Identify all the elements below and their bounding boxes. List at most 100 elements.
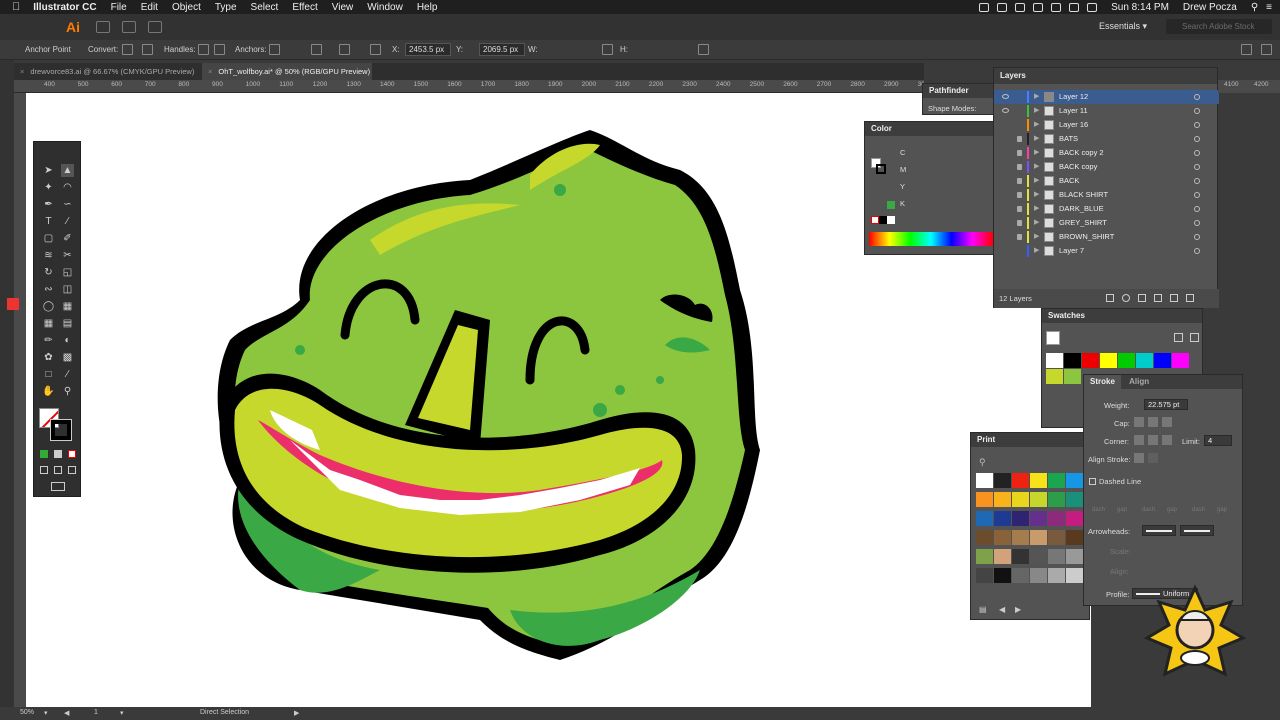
align-inside-icon[interactable] xyxy=(1148,453,1158,463)
expand-arrow-icon[interactable]: ▶ xyxy=(1034,230,1039,244)
weight-field[interactable]: 22.575 pt xyxy=(1144,399,1188,410)
print-swatch-cell[interactable] xyxy=(994,568,1011,583)
transform-icon[interactable] xyxy=(698,44,709,55)
layer-name[interactable]: BACK copy xyxy=(1059,160,1097,174)
target-icon[interactable] xyxy=(1194,94,1200,100)
print-swatch-cell[interactable] xyxy=(1030,492,1047,507)
print-swatch-cell[interactable] xyxy=(1012,511,1029,526)
new-layer-icon[interactable] xyxy=(1170,294,1178,302)
lock-icon[interactable] xyxy=(1017,234,1022,240)
layer-row[interactable]: ▶ Layer 12 xyxy=(994,90,1219,104)
layer-name[interactable]: Layer 7 xyxy=(1059,244,1084,258)
menu-effect[interactable]: Effect xyxy=(285,2,324,13)
hand-tool-icon[interactable]: ✋ xyxy=(42,385,55,398)
tab-drewvorce83[interactable]: × drewvorce83.ai @ 66.67% (CMYK/GPU Previ… xyxy=(14,63,202,80)
print-swatch-cell[interactable] xyxy=(1030,549,1047,564)
target-icon[interactable] xyxy=(1194,234,1200,240)
print-swatch-cell[interactable] xyxy=(994,473,1011,488)
print-swatch-cell[interactable] xyxy=(976,511,993,526)
print-swatch-cell[interactable] xyxy=(976,568,993,583)
arrange-documents-icon[interactable] xyxy=(122,21,136,33)
print-swatch-cell[interactable] xyxy=(1066,492,1083,507)
print-search-icon[interactable]: ⚲ xyxy=(979,457,986,468)
layer-name[interactable]: BLACK SHIRT xyxy=(1059,188,1108,202)
round-cap-icon[interactable] xyxy=(1148,417,1158,427)
menu-object[interactable]: Object xyxy=(165,2,208,13)
layers-title[interactable]: Layers xyxy=(994,68,1217,84)
stock-search-input[interactable]: Search Adobe Stock xyxy=(1166,19,1272,34)
swatches-title[interactable]: Swatches xyxy=(1042,309,1202,323)
expand-arrow-icon[interactable]: ▶ xyxy=(1034,146,1039,160)
menu-app-name[interactable]: Illustrator CC xyxy=(26,2,103,13)
pen-tool-icon[interactable]: ✒ xyxy=(42,198,55,211)
rotate-tool-icon[interactable]: ↻ xyxy=(42,266,55,279)
layer-row[interactable]: ▶ BACK copy 2 xyxy=(994,146,1219,160)
layer-row[interactable]: ▶ GREY_SHIRT xyxy=(994,216,1219,230)
print-swatch-cell[interactable] xyxy=(1030,473,1047,488)
symbol-sprayer-icon[interactable]: ✿ xyxy=(42,351,55,364)
expand-arrow-icon[interactable]: ▶ xyxy=(1034,104,1039,118)
time-machine-icon[interactable] xyxy=(1033,2,1044,12)
shape-builder-icon[interactable]: ◯ xyxy=(42,300,55,313)
lock-icon[interactable] xyxy=(1017,164,1022,170)
print-swatch-cell[interactable] xyxy=(976,549,993,564)
layer-row[interactable]: ▶ BATS xyxy=(994,132,1219,146)
line-tool-icon[interactable]: ∕ xyxy=(61,215,74,228)
zoom-level[interactable]: 50% xyxy=(20,709,34,716)
black-swatch[interactable] xyxy=(879,216,887,224)
apple-icon[interactable]:  xyxy=(0,1,26,13)
stroke-swatch[interactable] xyxy=(50,419,72,441)
perspective-grid-icon[interactable]: ▦ xyxy=(61,300,74,313)
menu-type[interactable]: Type xyxy=(208,2,244,13)
align-center-icon[interactable] xyxy=(1134,453,1144,463)
swatch-cell[interactable] xyxy=(1082,353,1099,368)
grid-view-icon[interactable] xyxy=(1190,333,1199,342)
print-swatch-cell[interactable] xyxy=(1066,568,1083,583)
artboard-number[interactable]: 1 xyxy=(94,709,98,716)
print-swatch-cell[interactable] xyxy=(1030,530,1047,545)
target-icon[interactable] xyxy=(1194,150,1200,156)
layer-row[interactable]: ▶ BLACK SHIRT xyxy=(994,188,1219,202)
warp-tool-icon[interactable]: ∾ xyxy=(42,283,55,296)
y-field[interactable]: 2069.5 px xyxy=(479,43,525,56)
print-swatch-cell[interactable] xyxy=(1012,492,1029,507)
zoom-tool-icon[interactable]: ⚲ xyxy=(61,385,74,398)
draw-behind-icon[interactable] xyxy=(54,466,62,474)
miter-join-icon[interactable] xyxy=(1134,435,1144,445)
swatch-cell[interactable] xyxy=(1064,353,1081,368)
arrange-panels-icon[interactable] xyxy=(1241,44,1252,55)
print-swatch-cell[interactable] xyxy=(994,530,1011,545)
artboard-prev-icon[interactable]: ◀ xyxy=(64,709,69,717)
lock-icon[interactable] xyxy=(1017,206,1022,212)
selection-tool-icon[interactable]: ➤ xyxy=(42,164,55,177)
panel-menu-icon[interactable] xyxy=(1261,44,1272,55)
target-icon[interactable] xyxy=(1194,206,1200,212)
print-swatch-cell[interactable] xyxy=(1048,492,1065,507)
hide-handles-icon[interactable] xyxy=(214,44,225,55)
spotlight-icon[interactable]: ⚲ xyxy=(1251,2,1258,13)
direct-selection-tool-icon[interactable]: ▲ xyxy=(61,164,74,177)
print-swatch-cell[interactable] xyxy=(1066,549,1083,564)
layer-name[interactable]: DARK_BLUE xyxy=(1059,202,1104,216)
constrain-icon[interactable] xyxy=(602,44,613,55)
expand-arrow-icon[interactable]: ▶ xyxy=(1034,244,1039,258)
align-icon[interactable] xyxy=(370,44,381,55)
new-sublayer-icon[interactable] xyxy=(1154,294,1162,302)
tab-stroke[interactable]: Stroke xyxy=(1084,375,1121,389)
print-swatch-cell[interactable] xyxy=(994,492,1011,507)
menu-select[interactable]: Select xyxy=(244,2,286,13)
print-swatch-cell[interactable] xyxy=(994,549,1011,564)
print-swatch-cell[interactable] xyxy=(1048,530,1065,545)
end-arrowhead-select[interactable] xyxy=(1180,525,1214,536)
print-swatch-cell[interactable] xyxy=(1066,511,1083,526)
gradient-tool-icon[interactable]: ▤ xyxy=(61,317,74,330)
layer-row[interactable]: ▶ Layer 7 xyxy=(994,244,1219,258)
creative-cloud-icon[interactable] xyxy=(997,2,1008,12)
lasso-icon[interactable]: ◠ xyxy=(61,181,74,194)
swatch-cell[interactable] xyxy=(1172,353,1189,368)
start-arrowhead-select[interactable] xyxy=(1142,525,1176,536)
magic-wand-icon[interactable]: ✦ xyxy=(42,181,55,194)
color-mode-icon[interactable] xyxy=(40,450,48,458)
print-swatch-cell[interactable] xyxy=(1012,473,1029,488)
draw-normal-icon[interactable] xyxy=(40,466,48,474)
